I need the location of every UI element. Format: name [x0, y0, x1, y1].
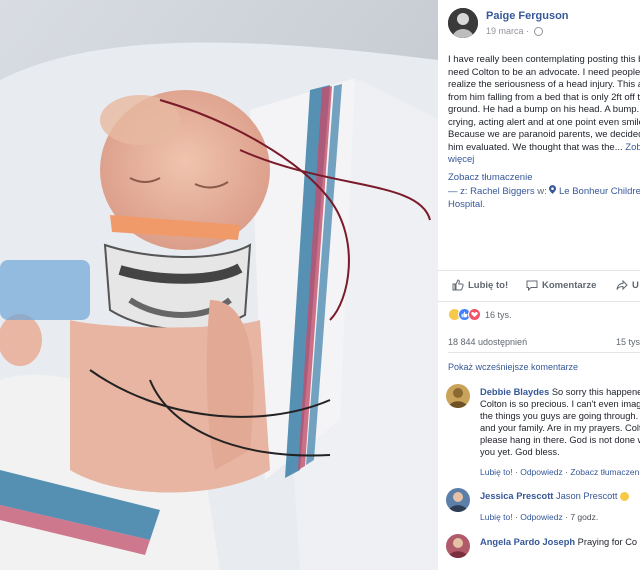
comment-like-link[interactable]: Lubię to!: [480, 512, 513, 522]
post-sidebar: Paige Ferguson 19 marca · I have really …: [438, 0, 640, 570]
shares-count[interactable]: 18 844 udostępnień: [448, 337, 527, 347]
comment-text: So sorry this happened. Colton is so pre…: [480, 387, 640, 457]
location-pin-icon: [549, 185, 557, 194]
post-action-bar: Lubię to! Komentarze U: [438, 270, 640, 302]
love-reaction-icon: [468, 308, 481, 321]
post-author-avatar[interactable]: [448, 8, 478, 38]
post-tag-line: — z: Rachel Biggers w: Le Bonheur Childr…: [448, 185, 640, 211]
commenter-avatar[interactable]: [446, 488, 470, 512]
post-photo[interactable]: [0, 0, 438, 570]
like-label[interactable]: Lubię to!: [468, 280, 508, 291]
comment-actions: Lubię to! · Odpowiedz · Zobacz tłumaczen…: [480, 467, 640, 477]
comment-reply-link[interactable]: Odpowiedz: [520, 467, 563, 477]
post-author-name[interactable]: Paige Ferguson: [486, 10, 569, 22]
like-button[interactable]: Lubię to!: [452, 279, 508, 291]
comment-like-link[interactable]: Lubię to!: [480, 467, 513, 477]
comment-time[interactable]: 7 godz.: [570, 512, 598, 522]
separator: ·: [515, 512, 518, 522]
with-prefix: — z:: [448, 186, 468, 197]
commenter-avatar[interactable]: [446, 534, 470, 558]
share-button[interactable]: U: [616, 279, 639, 291]
show-previous-comments-link[interactable]: Pokaż wcześniejsze komentarze: [448, 362, 578, 372]
comments-count[interactable]: 15 tys.: [616, 337, 640, 347]
comment-text: Praying for Co: [577, 537, 638, 547]
separator: ·: [515, 467, 518, 477]
divider: [448, 352, 640, 353]
screen: Paige Ferguson 19 marca · I have really …: [0, 0, 640, 570]
comment-button[interactable]: Komentarze: [526, 279, 596, 291]
date-separator: ·: [526, 26, 530, 36]
share-icon: [616, 279, 628, 291]
globe-icon: [533, 27, 543, 37]
at-label: w:: [537, 186, 547, 197]
comment-body: Debbie Blaydes So sorry this happened. C…: [480, 386, 640, 458]
post-body: I have really been contemplating posting…: [448, 54, 640, 153]
comment-body: Jessica Prescott Jason Prescott: [480, 490, 640, 502]
comment-body: Angela Pardo Joseph Praying for Co: [480, 536, 640, 548]
commenter-avatar[interactable]: [446, 384, 470, 408]
comment-reply-link[interactable]: Odpowiedz: [520, 512, 563, 522]
commenter-name[interactable]: Angela Pardo Joseph: [480, 537, 575, 547]
comment-label[interactable]: Komentarze: [542, 280, 596, 291]
tagged-person[interactable]: Rachel Biggers: [470, 186, 534, 197]
hospital-photo-illustration: [0, 0, 438, 570]
sad-emoji-icon: [620, 492, 630, 502]
reactions-count[interactable]: 16 tys.: [485, 310, 512, 320]
comment-actions: Lubię to! · Odpowiedz · 7 godz.: [480, 512, 598, 522]
avatar[interactable]: [448, 8, 478, 38]
comment-icon: [526, 280, 538, 291]
post-text: I have really been contemplating posting…: [448, 54, 640, 167]
thumbs-up-icon: [452, 279, 464, 291]
separator: ·: [565, 512, 568, 522]
comment-translate-link[interactable]: Zobacz tłumaczenie: [570, 467, 640, 477]
separator: ·: [565, 467, 568, 477]
reactions-summary[interactable]: 16 tys.: [448, 308, 512, 321]
mentioned-user[interactable]: Jason Prescott: [556, 491, 618, 501]
commenter-name[interactable]: Debbie Blaydes: [480, 387, 549, 397]
see-translation-link[interactable]: Zobacz tłumaczenie: [448, 172, 532, 183]
post-date-text[interactable]: 19 marca: [486, 26, 524, 36]
share-label[interactable]: U: [632, 280, 639, 291]
post-date[interactable]: 19 marca ·: [486, 26, 543, 37]
commenter-name[interactable]: Jessica Prescott: [480, 491, 553, 501]
